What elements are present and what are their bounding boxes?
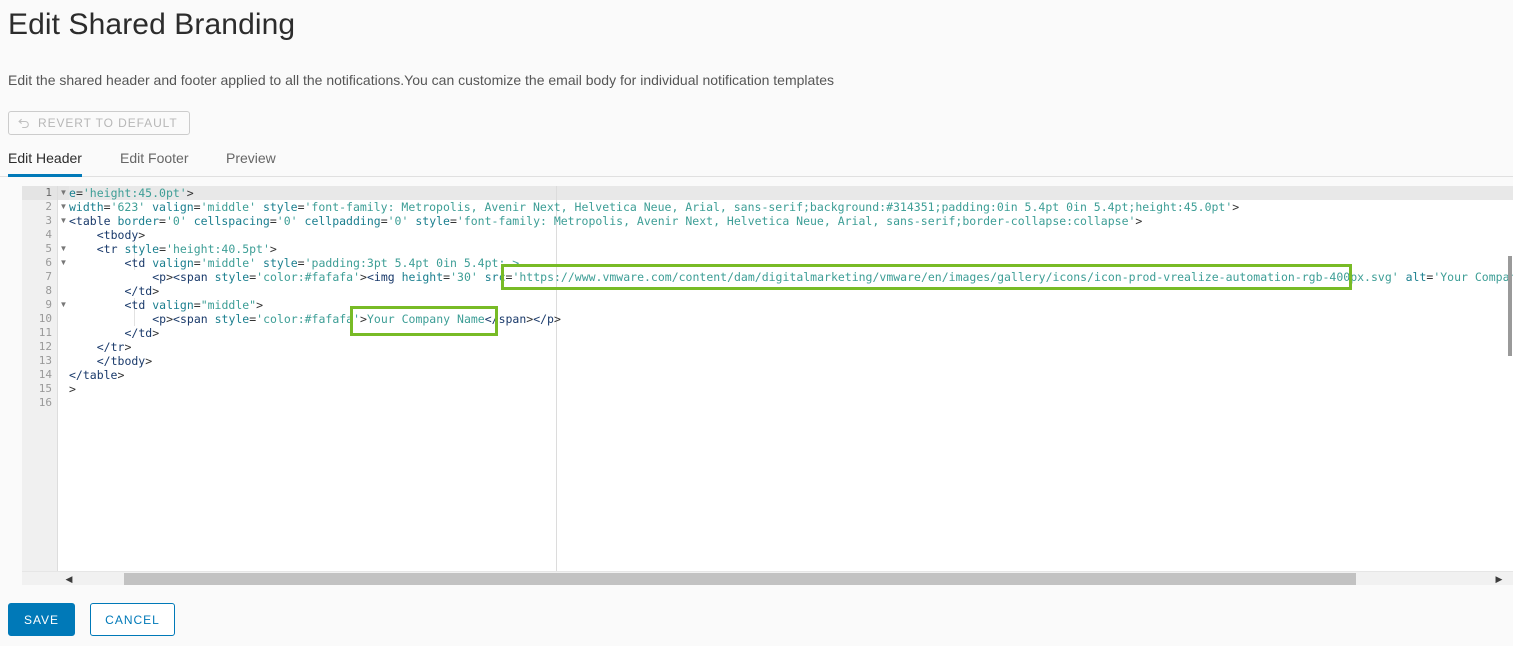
tab-preview-label: Preview xyxy=(226,150,276,166)
undo-arrow-icon xyxy=(17,116,31,130)
editor-print-margin-ruler xyxy=(556,186,557,571)
code-line[interactable]: width='623' valign='middle' style='font-… xyxy=(69,200,1239,214)
line-number: 13 xyxy=(38,354,52,367)
editor-line-number-gutter: 1 2 3 4 5 6 7 8 9 10 11 12 13 14 15 16 xyxy=(22,186,58,571)
code-line[interactable]: </td> xyxy=(69,326,160,340)
editor-vertical-scrollbar-thumb[interactable] xyxy=(1508,256,1512,356)
tab-edit-header-label: Edit Header xyxy=(8,150,82,166)
code-line[interactable]: <table border='0' cellspacing='0' cellpa… xyxy=(69,214,1142,228)
edit-shared-branding-page: Edit Shared Branding Edit the shared hea… xyxy=(0,0,1513,646)
line-number: 7 xyxy=(45,270,52,283)
line-number: 11 xyxy=(38,326,52,339)
code-line[interactable]: > xyxy=(69,382,76,396)
scroll-right-arrow-icon[interactable]: ▶ xyxy=(1492,572,1506,585)
code-editor[interactable]: 1 2 3 4 5 6 7 8 9 10 11 12 13 14 15 16 ▼ ▼ ▼ ▼ ▼ ▼ e='height… xyxy=(22,186,1513,585)
fold-toggle-icon[interactable]: ▼ xyxy=(59,298,68,312)
editor-code-area[interactable]: e='height:45.0pt'> width='623' valign='mi… xyxy=(69,186,1513,571)
fold-toggle-icon[interactable]: ▼ xyxy=(59,256,68,270)
editor-vertical-scrollbar[interactable] xyxy=(1507,186,1513,571)
code-line[interactable]: <tbody> xyxy=(69,228,145,242)
code-line[interactable]: </td> xyxy=(69,284,160,298)
code-line[interactable]: e='height:45.0pt'> xyxy=(69,186,194,200)
editor-horizontal-scrollbar-thumb[interactable] xyxy=(124,573,1356,585)
tab-edit-footer-label: Edit Footer xyxy=(120,150,189,166)
code-line[interactable]: <tr style='height:40.5pt'> xyxy=(69,242,277,256)
revert-to-default-label: REVERT TO DEFAULT xyxy=(38,116,178,130)
active-line-highlight xyxy=(69,186,1513,200)
code-line[interactable]: <td valign="middle"> xyxy=(69,298,264,312)
line-number: 9 xyxy=(45,298,52,311)
editor-horizontal-scrollbar[interactable]: ◀ ▶ xyxy=(22,571,1513,585)
fold-toggle-icon[interactable]: ▼ xyxy=(59,186,68,200)
editor-fold-column[interactable]: ▼ ▼ ▼ ▼ ▼ ▼ xyxy=(58,186,69,571)
code-line[interactable]: </tbody> xyxy=(69,354,152,368)
tab-edit-header[interactable]: Edit Header xyxy=(8,146,82,177)
tab-edit-footer[interactable]: Edit Footer xyxy=(120,146,188,177)
line-number: 15 xyxy=(38,382,52,395)
line-number: 6 xyxy=(45,256,52,269)
tab-preview[interactable]: Preview xyxy=(226,146,276,177)
save-button[interactable]: SAVE xyxy=(8,603,75,636)
fold-toggle-icon[interactable]: ▼ xyxy=(59,200,68,214)
tab-bar: Edit Header Edit Footer Preview xyxy=(0,146,1513,177)
cancel-button[interactable]: CANCEL xyxy=(90,603,175,636)
line-number: 3 xyxy=(45,214,52,227)
code-line[interactable]: <p><span style='color:#fafafa'>Your Comp… xyxy=(69,312,561,326)
line-number: 14 xyxy=(38,368,52,381)
line-number: 10 xyxy=(38,312,52,325)
line-number: 12 xyxy=(38,340,52,353)
revert-to-default-button[interactable]: REVERT TO DEFAULT xyxy=(8,111,190,135)
code-line[interactable]: </table> xyxy=(69,368,124,382)
code-line[interactable]: <p><span style='color:#fafafa'><img heig… xyxy=(69,270,1513,284)
line-number: 1 xyxy=(22,186,57,200)
line-number: 8 xyxy=(45,284,52,297)
fold-toggle-icon[interactable]: ▼ xyxy=(59,214,68,228)
line-number: 2 xyxy=(45,200,52,213)
line-number: 5 xyxy=(45,242,52,255)
line-number: 16 xyxy=(38,396,52,409)
page-description: Edit the shared header and footer applie… xyxy=(8,72,834,88)
scroll-left-arrow-icon[interactable]: ◀ xyxy=(62,572,76,585)
code-line[interactable]: <td valign='middle' style='padding:3pt 5… xyxy=(69,256,520,270)
page-title: Edit Shared Branding xyxy=(8,8,296,41)
line-number: 4 xyxy=(45,228,52,241)
code-line[interactable]: </tr> xyxy=(69,340,132,354)
fold-toggle-icon[interactable]: ▼ xyxy=(59,242,68,256)
